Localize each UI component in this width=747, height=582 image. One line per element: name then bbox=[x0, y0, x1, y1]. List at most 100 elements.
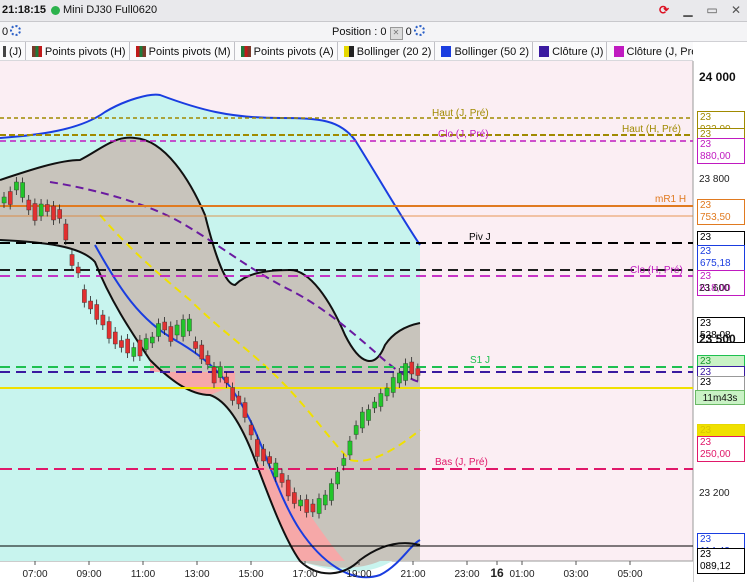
candle-body bbox=[397, 372, 402, 384]
candle-body bbox=[26, 199, 32, 211]
price-axis-label: 23 800 bbox=[699, 174, 730, 185]
left-quantity[interactable]: 0 bbox=[2, 25, 22, 38]
bar-countdown-timer: 11m43s bbox=[695, 390, 745, 405]
legend-item[interactable]: Points pivots (A) bbox=[238, 42, 338, 60]
level-label: Bas (J, Pré) bbox=[435, 457, 488, 468]
candle-body bbox=[316, 498, 322, 514]
candle-body bbox=[366, 409, 371, 421]
candle-body bbox=[384, 387, 390, 397]
candle-body bbox=[7, 191, 13, 205]
candle-body bbox=[14, 181, 19, 191]
candle-body bbox=[267, 456, 272, 464]
legend-swatch-icon bbox=[343, 46, 354, 57]
candle-body bbox=[335, 471, 340, 485]
candle-body bbox=[211, 366, 217, 384]
candle-body bbox=[273, 462, 279, 478]
candle-body bbox=[360, 411, 365, 429]
legend-item[interactable]: Points pivots (M) bbox=[133, 42, 235, 60]
legend-item[interactable]: Bollinger (50 2) bbox=[438, 42, 534, 60]
candle-body bbox=[75, 266, 81, 274]
candle-body bbox=[57, 209, 62, 219]
candle-body bbox=[236, 395, 242, 405]
candle-body bbox=[82, 289, 87, 303]
candle-body bbox=[32, 203, 38, 221]
candle-body bbox=[322, 494, 328, 506]
candle-body bbox=[353, 425, 359, 435]
candle-body bbox=[137, 339, 143, 357]
level-label: Clo (H, Pré) bbox=[630, 265, 683, 276]
close-button[interactable]: ✕ bbox=[729, 3, 743, 17]
legend-item[interactable]: (J) bbox=[0, 42, 26, 60]
time-axis-label: 21:00 bbox=[400, 569, 425, 580]
candle-body bbox=[51, 205, 56, 221]
candle-body bbox=[143, 338, 149, 350]
candle-body bbox=[63, 223, 69, 241]
price-axis-label: 23 600 bbox=[699, 283, 730, 294]
candle-body bbox=[156, 323, 161, 337]
legend-item[interactable]: Points pivots (H) bbox=[29, 42, 130, 60]
candle-body bbox=[304, 499, 310, 513]
candle-body bbox=[261, 448, 266, 462]
candle-body bbox=[347, 440, 353, 456]
legend-swatch-icon bbox=[31, 46, 42, 57]
time-axis-label: 17:00 bbox=[292, 569, 317, 580]
price-axis-label: 23 500 bbox=[699, 332, 736, 346]
candle-body bbox=[372, 401, 377, 409]
legend-item[interactable]: Clôture (J, Pré) bbox=[611, 42, 693, 60]
legend-swatch-icon bbox=[539, 46, 550, 57]
time-axis-label: 11:00 bbox=[131, 569, 156, 580]
legend-swatch-icon bbox=[240, 46, 251, 57]
legend-swatch-icon bbox=[441, 46, 452, 57]
candle-body bbox=[292, 492, 297, 504]
candle-body bbox=[217, 366, 223, 378]
price-chart[interactable]: Haut (J, Pré) Haut (H, Pré) Clo (J, Pré)… bbox=[0, 61, 747, 582]
time-axis-label: 15:00 bbox=[238, 569, 263, 580]
candle-body bbox=[112, 331, 118, 345]
instrument-name: Mini DJ30 Full0620 bbox=[63, 4, 158, 16]
legend-swatch-icon bbox=[3, 46, 6, 57]
refresh-icon[interactable]: ⟳ bbox=[657, 3, 671, 17]
candle-body bbox=[38, 203, 44, 217]
candle-body bbox=[125, 338, 130, 354]
legend-swatch-icon bbox=[613, 46, 624, 57]
candle-body bbox=[187, 318, 192, 332]
candle-body bbox=[119, 340, 124, 348]
candle-body bbox=[341, 458, 347, 466]
legend-swatch-icon bbox=[135, 46, 146, 57]
time-axis-label: 07:00 bbox=[22, 569, 47, 580]
window-controls: ⟳ ▁ ▭ ✕ bbox=[657, 3, 743, 17]
candle-body bbox=[94, 304, 100, 320]
settings-gear-icon[interactable] bbox=[10, 25, 22, 36]
minimize-button[interactable]: ▁ bbox=[681, 3, 695, 17]
candle-body bbox=[162, 321, 167, 331]
legend-item[interactable]: Clôture (J) bbox=[536, 42, 608, 60]
time-axis-label: 05:00 bbox=[617, 569, 642, 580]
candle-body bbox=[20, 182, 25, 198]
time-axis-label: 03:00 bbox=[563, 569, 588, 580]
candle-body bbox=[242, 402, 248, 418]
level-label: S1 J bbox=[470, 355, 490, 366]
price-axis-label: 23 089,12 bbox=[697, 548, 745, 574]
position-gear-icon[interactable] bbox=[413, 25, 425, 36]
candle-body bbox=[193, 341, 198, 349]
price-axis-label: 23 250,00 bbox=[697, 436, 745, 462]
time-axis-label: 23:00 bbox=[454, 569, 479, 580]
close-position-icon[interactable]: ✕ bbox=[389, 27, 403, 40]
candle-body bbox=[248, 424, 254, 436]
connection-status-icon bbox=[51, 6, 60, 15]
legend-item[interactable]: Bollinger (20 2) bbox=[341, 42, 436, 60]
price-axis-label: 23 880,00 bbox=[697, 138, 745, 164]
level-label: Haut (H, Pré) bbox=[622, 124, 681, 135]
candle-body bbox=[69, 254, 75, 266]
candle-body bbox=[255, 439, 260, 457]
candle-body bbox=[106, 321, 112, 339]
candle-body bbox=[100, 314, 106, 326]
candle-body bbox=[403, 363, 408, 381]
candle-body bbox=[285, 479, 291, 497]
candle-body bbox=[329, 483, 334, 501]
position-display: Position : 0 ✕ 0 bbox=[332, 25, 425, 40]
level-label: Clo (J, Pré) bbox=[438, 129, 489, 140]
time-axis-label: 09:00 bbox=[76, 569, 101, 580]
price-axis-label: 23 753,50 bbox=[697, 199, 745, 225]
restore-button[interactable]: ▭ bbox=[705, 3, 719, 17]
